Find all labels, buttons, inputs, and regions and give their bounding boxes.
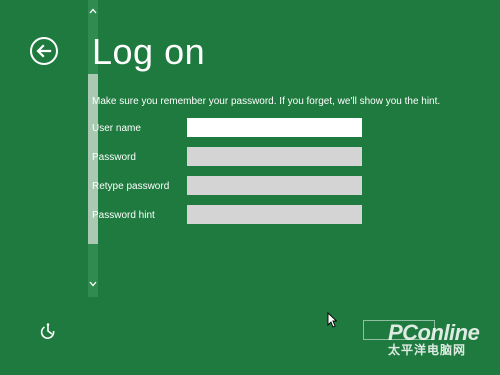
retype-password-label: Retype password: [92, 181, 170, 192]
ease-of-access-icon[interactable]: [40, 323, 56, 339]
password-hint-input[interactable]: [187, 205, 362, 224]
scroll-down-button[interactable]: [88, 277, 98, 291]
password-label: Password: [92, 152, 136, 163]
mouse-cursor-icon: [327, 312, 337, 328]
username-input[interactable]: [187, 118, 362, 137]
username-label: User name: [92, 123, 141, 134]
watermark-logo: PConline: [388, 320, 480, 345]
chevron-down-icon: [89, 281, 97, 287]
back-arrow-icon: [36, 44, 52, 58]
back-button[interactable]: [30, 37, 58, 65]
password-input[interactable]: [187, 147, 362, 166]
password-hint-label: Password hint: [92, 210, 155, 221]
instruction-text: Make sure you remember your password. If…: [92, 96, 441, 107]
retype-password-input[interactable]: [187, 176, 362, 195]
watermark-subtitle: 太平洋电脑网: [388, 343, 467, 357]
chevron-up-icon: [89, 8, 97, 14]
page-title: Log on: [92, 31, 206, 72]
scroll-up-button[interactable]: [88, 4, 98, 18]
